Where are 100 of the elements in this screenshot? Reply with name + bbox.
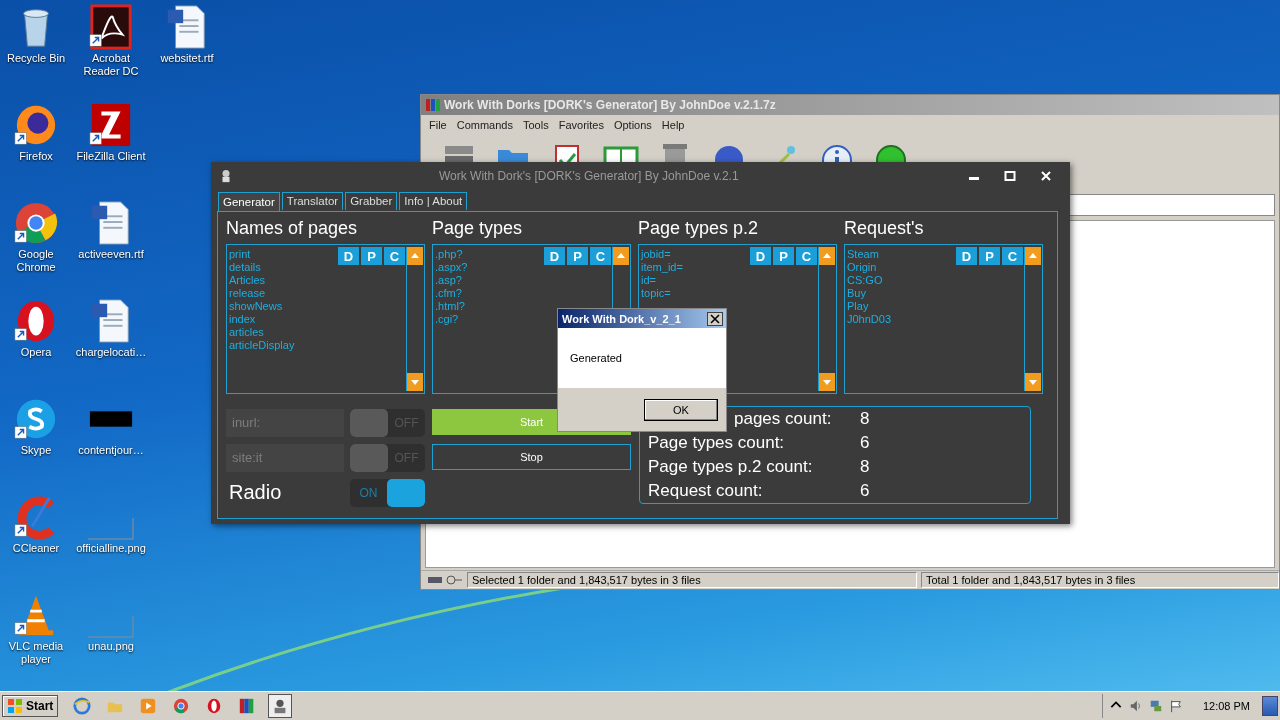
shortcut-label: Acrobat Reader DC xyxy=(82,52,140,78)
section-heading: Page types p.2 xyxy=(638,217,760,239)
list-item[interactable]: .aspx? xyxy=(435,261,468,274)
list-action-button[interactable]: C xyxy=(384,247,405,265)
menu-item[interactable]: Commands xyxy=(456,118,513,131)
shortcut-label: unau.png xyxy=(87,640,135,653)
shortcut-label: CCleaner xyxy=(11,542,61,555)
count-label: Page types count: xyxy=(648,432,785,454)
shortcut-label: Google Chrome xyxy=(15,248,57,274)
count-label: Request count: xyxy=(648,480,763,502)
list-item[interactable]: item_id= xyxy=(641,261,683,274)
list-item[interactable]: showNews xyxy=(229,300,283,313)
desktop-shortcut[interactable]: officialline.png xyxy=(72,494,150,592)
list-item[interactable]: .cfm? xyxy=(435,287,462,300)
start-button[interactable]: Start xyxy=(2,695,59,717)
shortcut-label: FileZilla Client xyxy=(75,150,147,163)
list-action-button[interactable]: D xyxy=(956,247,977,265)
list-item[interactable]: .php? xyxy=(435,248,463,261)
shortcut-label: Firefox xyxy=(18,150,54,163)
list-item[interactable]: details xyxy=(229,261,261,274)
tab[interactable]: Grabber xyxy=(345,192,398,210)
tab[interactable]: Generator xyxy=(218,192,280,211)
list-item[interactable]: topic= xyxy=(641,287,671,300)
ok-button[interactable]: OK xyxy=(644,398,718,421)
shortcut-label: websitet.rtf xyxy=(159,52,215,65)
section-heading: Names of pages xyxy=(226,217,359,239)
list-item[interactable]: jobid= xyxy=(641,248,671,261)
section-heading: Page types xyxy=(432,217,524,239)
desktop-shortcut[interactable]: chargelocati… xyxy=(72,298,150,396)
list-action-button[interactable]: D xyxy=(544,247,565,265)
menu-item[interactable]: Options xyxy=(613,118,652,131)
list-item[interactable]: CS:GO xyxy=(847,274,883,287)
desktop-shortcut[interactable]: CCleaner xyxy=(0,494,72,592)
status-text: Total 1 folder and 1,843,517 bytes in 3 files xyxy=(921,572,1279,588)
list-action-button[interactable]: D xyxy=(750,247,771,265)
list-item[interactable]: index xyxy=(229,313,256,326)
shortcut-label: VLC media player xyxy=(7,640,65,666)
desktop-shortcut[interactable]: websitet.rtf xyxy=(150,4,224,102)
count-value: 6 xyxy=(860,480,871,502)
radio-label: Radio xyxy=(228,481,282,504)
list-action-button[interactable]: C xyxy=(1002,247,1023,265)
list-item[interactable]: print xyxy=(229,248,251,261)
list-item[interactable]: .asp? xyxy=(435,274,462,287)
desktop-shortcut[interactable]: activeeven.rtf xyxy=(72,200,150,298)
list-item[interactable]: Origin xyxy=(847,261,877,274)
shortcut-label: officialline.png xyxy=(75,542,147,555)
desktop-shortcut[interactable]: FileZilla Client xyxy=(72,102,150,200)
list-action-button[interactable]: C xyxy=(796,247,817,265)
list-item[interactable]: release xyxy=(229,287,266,300)
desktop-shortcut[interactable]: VLC media player xyxy=(0,592,72,690)
desktop-shortcut[interactable]: contentjour… xyxy=(72,396,150,494)
list-action-button[interactable]: D xyxy=(338,247,359,265)
desktop-shortcut[interactable]: Firefox xyxy=(0,102,72,200)
list-box[interactable]: print details Articles release showNews index articles articleDisplay D P C xyxy=(226,244,425,394)
shortcut-label: Recycle Bin xyxy=(5,52,67,65)
stop-button[interactable]: Stop xyxy=(432,444,631,470)
window-title: Work With Dorks [DORK's Generator] By JohnDoe v.2.1.7z xyxy=(444,98,776,112)
message-text: Generated xyxy=(570,352,622,364)
list-item[interactable]: Articles xyxy=(229,274,266,287)
list-box[interactable]: Steam Origin CS:GO Buy Play J0hnD03 D P C xyxy=(844,244,1043,394)
tab[interactable]: Info | About xyxy=(399,192,468,210)
desktop-shortcut[interactable]: Skype xyxy=(0,396,72,494)
text-field[interactable]: site:it xyxy=(226,443,344,472)
desktop-shortcut[interactable]: Acrobat Reader DC xyxy=(72,4,150,102)
menu-item[interactable]: Help xyxy=(661,118,685,131)
count-label: pages count: xyxy=(734,408,832,430)
shortcut-label: activeeven.rtf xyxy=(77,248,145,261)
list-item[interactable]: Steam xyxy=(847,248,879,261)
list-action-button[interactable]: P xyxy=(773,247,794,265)
list-item[interactable]: .cgi? xyxy=(435,313,459,326)
shortcut-label: chargelocati… xyxy=(74,346,148,359)
list-item[interactable]: J0hnD03 xyxy=(847,313,892,326)
desktop-shortcut[interactable]: Opera xyxy=(0,298,72,396)
desktop-shortcut[interactable]: Google Chrome xyxy=(0,200,72,298)
list-item[interactable]: .html? xyxy=(435,300,465,313)
shortcut-label: contentjour… xyxy=(77,444,145,457)
list-item[interactable]: articleDisplay xyxy=(229,339,295,352)
window-title: Work With Dork's [DORK's Generator] By JohnDoe v.2.1 xyxy=(439,169,739,183)
list-item[interactable]: articles xyxy=(229,326,264,339)
count-value: 8 xyxy=(860,456,871,478)
list-action-button[interactable]: P xyxy=(361,247,382,265)
desktop-shortcut[interactable]: unau.png xyxy=(72,592,150,690)
list-action-button[interactable]: P xyxy=(567,247,588,265)
count-value: 6 xyxy=(860,432,871,454)
text-field[interactable]: inurl: xyxy=(226,408,344,437)
list-item[interactable]: id= xyxy=(641,274,656,287)
menu-item[interactable]: Tools xyxy=(523,118,549,131)
list-action-button[interactable]: C xyxy=(590,247,611,265)
shortcut-label: Skype xyxy=(19,444,53,457)
menu-item[interactable]: File xyxy=(429,118,447,131)
menu-item[interactable]: Favorites xyxy=(558,118,604,131)
list-item[interactable]: Buy xyxy=(847,287,866,300)
list-action-button[interactable]: P xyxy=(979,247,1000,265)
clock[interactable]: 12:08 PM xyxy=(1202,700,1250,712)
status-text: Selected 1 folder and 1,843,517 bytes in 3 files xyxy=(467,572,917,588)
toggle-switch[interactable]: ON xyxy=(350,478,425,507)
desktop-shortcut[interactable]: Recycle Bin xyxy=(0,4,72,102)
list-item[interactable]: Play xyxy=(847,300,869,313)
count-label: Page types p.2 count: xyxy=(648,456,813,478)
tab[interactable]: Translator xyxy=(281,192,344,210)
